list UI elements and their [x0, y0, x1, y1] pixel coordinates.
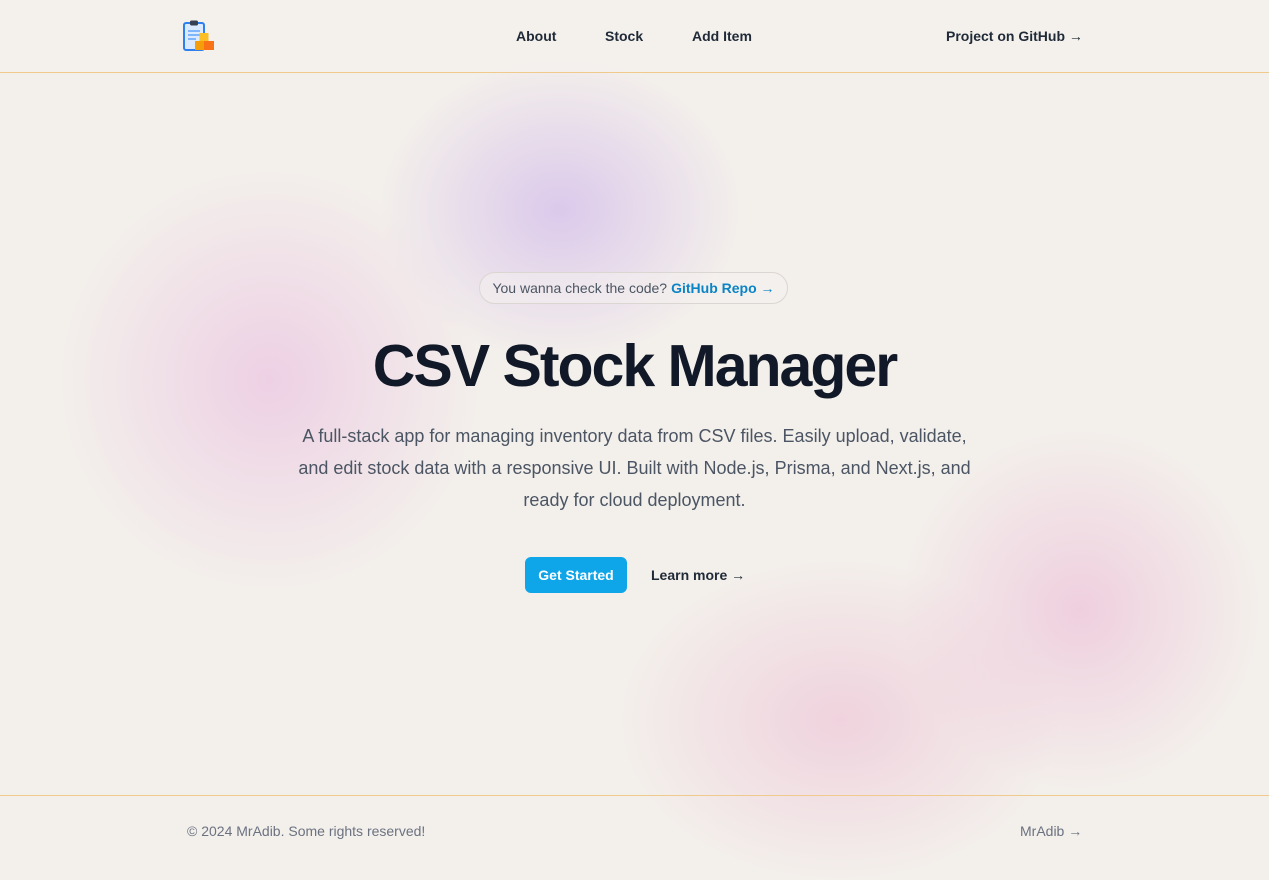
copyright-text: © 2024 MrAdib. Some rights reserved! [187, 823, 426, 839]
nav-add-item[interactable]: Add Item [692, 28, 752, 44]
announcement-text: You wanna check the code? [492, 280, 668, 296]
author-link[interactable]: MrAdib → [1020, 823, 1082, 839]
hero-description: A full-stack app for managing inventory … [298, 426, 971, 510]
logo-link[interactable] [182, 19, 216, 53]
nav-about[interactable]: About [516, 28, 556, 44]
github-repo-link[interactable]: GitHub Repo → [671, 280, 774, 296]
learn-more-link[interactable]: Learn more → [651, 557, 745, 593]
nav-stock[interactable]: Stock [605, 28, 643, 44]
get-started-button[interactable]: Get Started [525, 557, 627, 593]
background-glow-purple [380, 60, 740, 360]
page-title: CSV Stock Manager [372, 333, 898, 399]
top-navbar: About Stock Add Item Project on GitHub → [0, 0, 1269, 73]
project-github-link[interactable]: Project on GitHub → [946, 28, 1083, 44]
footer: © 2024 MrAdib. Some rights reserved! MrA… [0, 795, 1269, 865]
announcement-badge: You wanna check the code? GitHub Repo → [479, 272, 788, 304]
clipboard-boxes-icon [183, 20, 214, 51]
